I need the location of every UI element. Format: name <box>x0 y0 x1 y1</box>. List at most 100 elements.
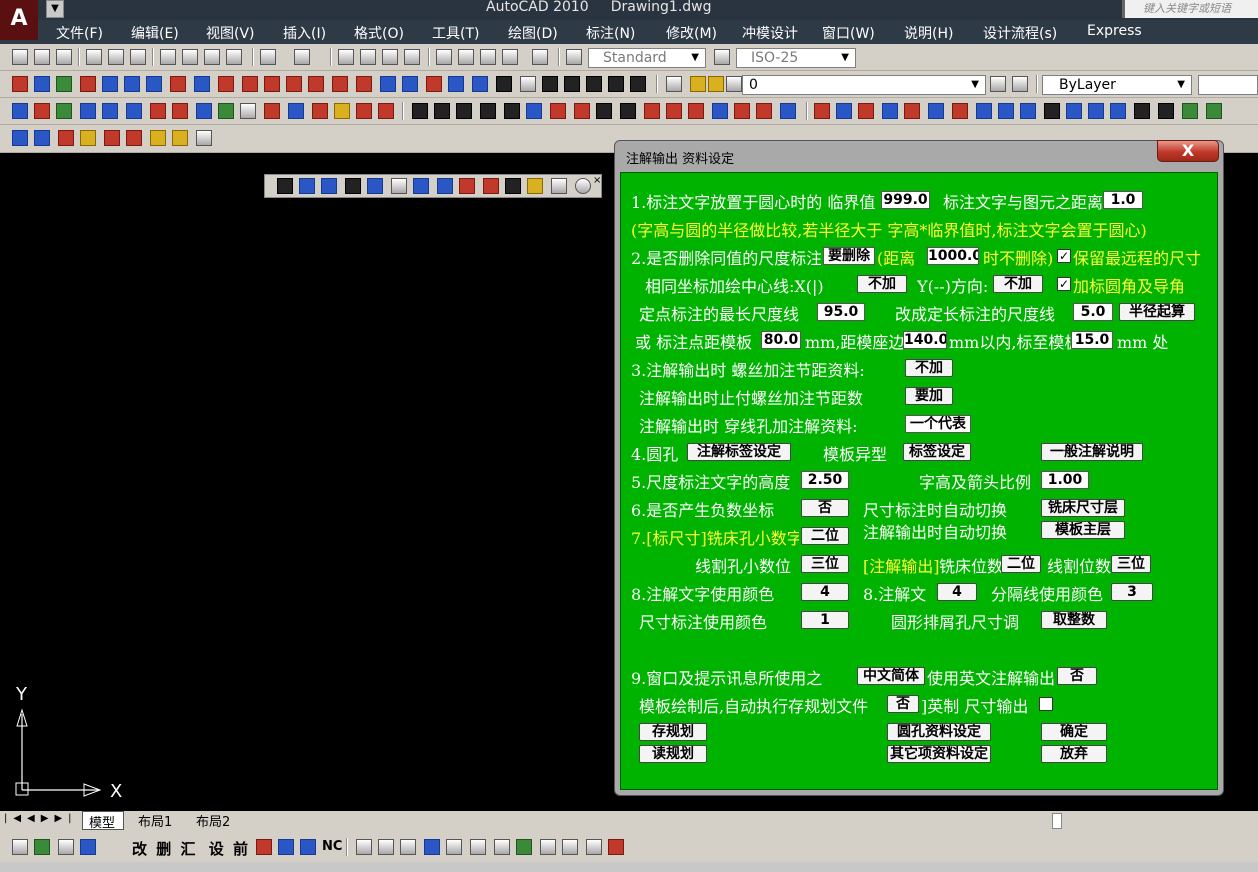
r3-delete-duplicate-button[interactable]: 要删除 <box>823 247 875 265</box>
tool-icon[interactable] <box>480 103 496 119</box>
tool-icon[interactable] <box>504 103 520 119</box>
tool-icon[interactable] <box>459 178 475 194</box>
sheet-set-icon[interactable] <box>502 49 518 65</box>
menu-die-design[interactable]: 冲模设计 <box>742 23 798 43</box>
publish-icon[interactable] <box>130 49 146 65</box>
tool-icon[interactable] <box>277 178 293 194</box>
tool-icon[interactable] <box>334 103 350 119</box>
paste-icon[interactable] <box>204 49 220 65</box>
auto-save-plan-button[interactable]: 否 <box>887 695 919 713</box>
tool-icon[interactable] <box>620 103 636 119</box>
tool-icon[interactable] <box>1158 103 1174 119</box>
menu-view[interactable]: 视图(V) <box>206 23 255 43</box>
tool-icon[interactable] <box>288 103 304 119</box>
tool-icon[interactable] <box>242 76 258 92</box>
tool-icon[interactable] <box>540 839 556 855</box>
cancel-button[interactable]: 放弃 <box>1041 745 1107 763</box>
menu-window[interactable]: 窗口(W) <box>822 23 875 43</box>
dimension-color-button[interactable]: 1 <box>801 611 849 629</box>
tool-icon[interactable] <box>882 103 898 119</box>
circle-icon[interactable] <box>1020 103 1036 119</box>
tool-icon[interactable] <box>172 130 188 146</box>
radius-start-button[interactable]: 半径起算 <box>1119 303 1195 321</box>
tool-icon[interactable] <box>278 839 294 855</box>
design-center-icon[interactable] <box>458 49 474 65</box>
tool-icon[interactable] <box>564 76 580 92</box>
copy-icon[interactable] <box>182 49 198 65</box>
tool-icon[interactable] <box>299 178 315 194</box>
tool-icon[interactable] <box>756 103 772 119</box>
tab-model[interactable]: 模型 <box>82 811 124 831</box>
arc-icon[interactable] <box>1088 103 1104 119</box>
tool-icon[interactable] <box>1044 103 1060 119</box>
tool-icon[interactable] <box>264 76 280 92</box>
negative-coord-button[interactable]: 否 <box>801 499 849 517</box>
tool-icon[interactable] <box>218 76 234 92</box>
tool-icon[interactable] <box>608 76 624 92</box>
print-icon[interactable] <box>86 49 102 65</box>
tool-icon[interactable] <box>520 76 536 92</box>
annotation-color-button[interactable]: 4 <box>801 583 849 601</box>
tool-icon[interactable] <box>574 103 590 119</box>
tool-icon[interactable] <box>58 839 74 855</box>
tool-icon[interactable] <box>34 103 50 119</box>
layer-previous-icon[interactable] <box>1012 76 1028 92</box>
tool-icon[interactable] <box>196 103 212 119</box>
tool-icon[interactable] <box>150 130 166 146</box>
tool-icon[interactable] <box>102 103 118 119</box>
tool-icon[interactable] <box>836 103 852 119</box>
tool-icon[interactable] <box>1110 103 1126 119</box>
tool-icon[interactable] <box>102 76 118 92</box>
output-milling-decimals-button[interactable]: 二位 <box>1001 555 1041 573</box>
tool-icon[interactable] <box>196 130 212 146</box>
tool-icon[interactable] <box>104 130 120 146</box>
milling-dim-layer-button[interactable]: 铣床尺寸层 <box>1041 499 1125 517</box>
quick-access-dropdown-icon[interactable]: ▼ <box>46 0 64 18</box>
tool-icon[interactable] <box>58 130 74 146</box>
help-icon[interactable] <box>532 49 548 65</box>
lightbulb-icon[interactable] <box>690 76 706 92</box>
menu-tools[interactable]: 工具(T) <box>432 23 479 43</box>
redo-icon[interactable] <box>294 49 310 65</box>
tool-icon[interactable] <box>562 839 578 855</box>
text-height-input[interactable]: 2.50 <box>801 471 849 489</box>
load-plan-button[interactable]: 读规划 <box>639 745 707 763</box>
wire-cut-decimals-button[interactable]: 三位 <box>801 555 849 573</box>
tool-icon[interactable] <box>780 103 796 119</box>
tool-icon[interactable] <box>402 76 418 92</box>
save-plan-button[interactable]: 存规划 <box>639 723 707 741</box>
tool-icon[interactable] <box>218 103 234 119</box>
general-annotation-button[interactable]: 一般注解说明 <box>1041 443 1143 461</box>
tool-icon[interactable] <box>446 839 462 855</box>
tool-icon[interactable] <box>356 839 372 855</box>
tab-layout1[interactable]: 布局1 <box>134 811 184 830</box>
properties-icon[interactable] <box>436 49 452 65</box>
settings-tool[interactable]: 设 <box>209 840 224 858</box>
autocad-logo-icon[interactable]: A <box>0 0 38 40</box>
tool-icon[interactable] <box>80 839 96 855</box>
r5-fixed-length-input[interactable]: 5.0 <box>1073 303 1113 321</box>
tool-icon[interactable] <box>356 103 372 119</box>
tool-icon[interactable] <box>124 76 140 92</box>
tool-icon[interactable] <box>356 76 372 92</box>
tool-icon[interactable] <box>12 76 28 92</box>
tool-icon[interactable] <box>551 178 567 194</box>
tool-icon[interactable] <box>12 103 28 119</box>
tool-palettes-icon[interactable] <box>480 49 496 65</box>
tool-icon[interactable] <box>505 178 521 194</box>
menu-design-flow[interactable]: 设计流程(s) <box>983 23 1057 43</box>
menu-modify[interactable]: 修改(M) <box>666 23 717 43</box>
tool-icon[interactable] <box>146 76 162 92</box>
round-integer-button[interactable]: 取整数 <box>1041 611 1107 629</box>
r4-x-centerline-button[interactable]: 不加 <box>857 275 907 293</box>
tool-icon[interactable] <box>56 103 72 119</box>
annotation-text-color-button[interactable]: 4 <box>937 583 977 601</box>
menu-express[interactable]: Express <box>1087 23 1142 39</box>
imperial-output-checkbox[interactable] <box>1039 697 1053 711</box>
output-wire-cut-decimals-button[interactable]: 三位 <box>1111 555 1151 573</box>
tool-icon[interactable] <box>586 839 602 855</box>
tool-icon[interactable] <box>150 103 166 119</box>
tool-icon[interactable] <box>542 76 558 92</box>
tool-icon[interactable] <box>332 76 348 92</box>
tool-icon[interactable] <box>448 76 464 92</box>
